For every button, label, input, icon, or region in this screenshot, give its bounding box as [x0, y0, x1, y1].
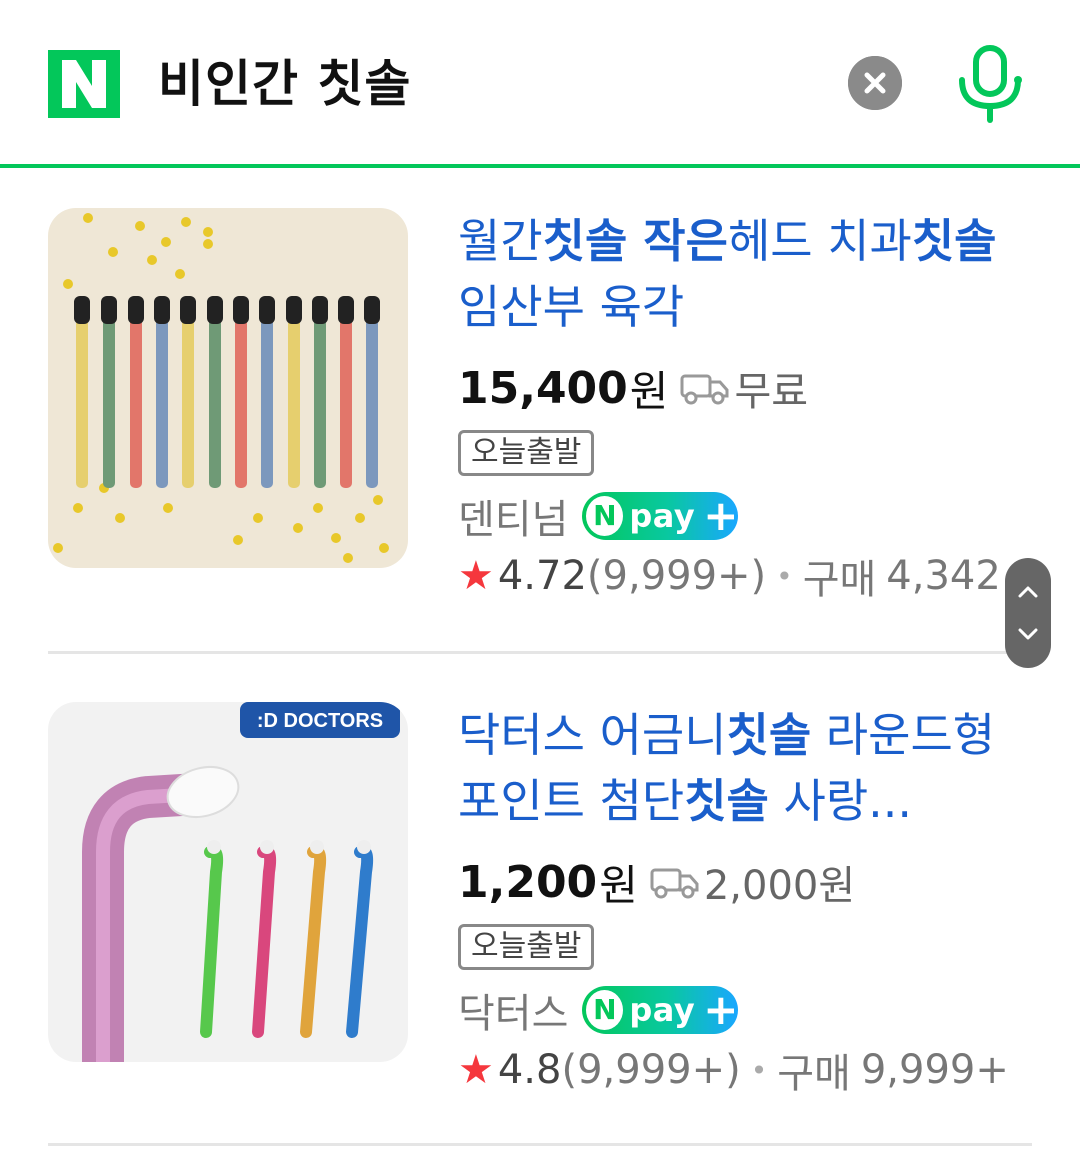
- rating-row: ★ 4.8 (9,999+) • 구매 9,999+: [458, 1042, 1009, 1098]
- divider: [48, 1143, 1032, 1146]
- product-card[interactable]: :D DOCTORS 닥터스 어금니칫솔 라운드형 포인트 첨단칫솔 사랑...…: [0, 702, 1080, 1142]
- title-part-highlight: 칫솔 작은: [542, 214, 728, 268]
- purchase-label: 구매: [802, 557, 877, 603]
- seller-name[interactable]: 덴티넘: [458, 487, 568, 545]
- scroll-down-button[interactable]: [1005, 613, 1051, 668]
- purchase-label: 구매: [777, 1051, 851, 1097]
- star-icon: ★: [458, 553, 494, 599]
- search-input[interactable]: 비인간 칫솔: [158, 52, 411, 116]
- divider: [48, 651, 1032, 654]
- seller-row: 덴티넘 N pay +: [458, 487, 739, 545]
- truck-icon: [680, 374, 729, 405]
- brand-badge: :D DOCTORS: [257, 710, 383, 732]
- review-count[interactable]: (9,999+): [587, 553, 766, 599]
- npay-n-icon: N: [586, 990, 624, 1030]
- product-price: 15,400: [458, 362, 628, 414]
- seller-name[interactable]: 닥터스: [458, 981, 568, 1039]
- plus-icon: +: [703, 491, 739, 540]
- voice-search-button[interactable]: [950, 42, 1030, 124]
- purchase-count: 9,999+: [860, 1047, 1009, 1093]
- shipping-fee: 2,000원: [703, 863, 856, 909]
- separator-dot: •: [750, 1053, 768, 1087]
- title-part-highlight: 칫솔: [911, 214, 997, 268]
- npay-plus-badge: N pay +: [582, 491, 739, 540]
- truck-icon: [650, 868, 699, 899]
- scroll-up-button[interactable]: [1005, 558, 1051, 613]
- today-ship-badge: 오늘출발: [458, 430, 595, 476]
- review-count[interactable]: (9,999+): [561, 1047, 740, 1093]
- product-title[interactable]: 닥터스 어금니칫솔 라운드형 포인트 첨단칫솔 사랑...: [458, 702, 1018, 834]
- chevron-down-icon: [1018, 628, 1038, 640]
- title-part: 헤드 치과: [727, 214, 912, 268]
- today-ship-badge: 오늘출발: [458, 924, 595, 970]
- currency-label: 원: [599, 860, 638, 910]
- rating-value: 4.8: [497, 1047, 562, 1093]
- chevron-up-icon: [1018, 586, 1038, 598]
- product-card[interactable]: 월간칫솔 작은헤드 치과칫솔 임산부 육각 15,400 원 무료 오늘출발 덴…: [0, 208, 1080, 648]
- star-icon: ★: [458, 1047, 494, 1093]
- price-row: 1,200 원 2,000원: [458, 850, 855, 914]
- product-image[interactable]: :D DOCTORS: [48, 702, 408, 1062]
- npay-plus-badge: N pay +: [582, 985, 739, 1034]
- shipping-fee: 무료: [734, 369, 809, 415]
- price-row: 15,400 원 무료: [458, 356, 808, 420]
- product-title[interactable]: 월간칫솔 작은헤드 치과칫솔 임산부 육각: [458, 208, 1018, 340]
- title-part: 사랑...: [768, 774, 913, 828]
- clear-search-button[interactable]: [848, 56, 902, 110]
- rating-value: 4.72: [497, 553, 587, 599]
- product-image[interactable]: [48, 208, 408, 568]
- npay-label: pay: [629, 991, 696, 1029]
- title-part: 월간: [458, 214, 543, 268]
- seller-row: 닥터스 N pay +: [458, 981, 739, 1039]
- npay-n-icon: N: [586, 496, 624, 536]
- close-icon: [848, 56, 902, 110]
- rating-row: ★ 4.72 (9,999+) • 구매 4,342: [458, 548, 1001, 604]
- purchase-count: 4,342: [886, 553, 1001, 599]
- separator-dot: •: [776, 559, 793, 593]
- microphone-icon: [959, 45, 1022, 123]
- currency-label: 원: [629, 366, 669, 416]
- product-price: 1,200: [458, 856, 598, 908]
- title-part-highlight: 칫솔: [726, 708, 812, 762]
- npay-label: pay: [629, 497, 696, 535]
- title-part-highlight: 칫솔: [684, 774, 769, 828]
- search-header: 비인간 칫솔: [0, 0, 1080, 168]
- title-part: 임산부 육각: [458, 280, 685, 334]
- title-part: 닥터스 어금니: [458, 708, 727, 762]
- naver-logo[interactable]: [48, 50, 120, 118]
- plus-icon: +: [703, 985, 739, 1034]
- scroll-control: [1005, 558, 1051, 668]
